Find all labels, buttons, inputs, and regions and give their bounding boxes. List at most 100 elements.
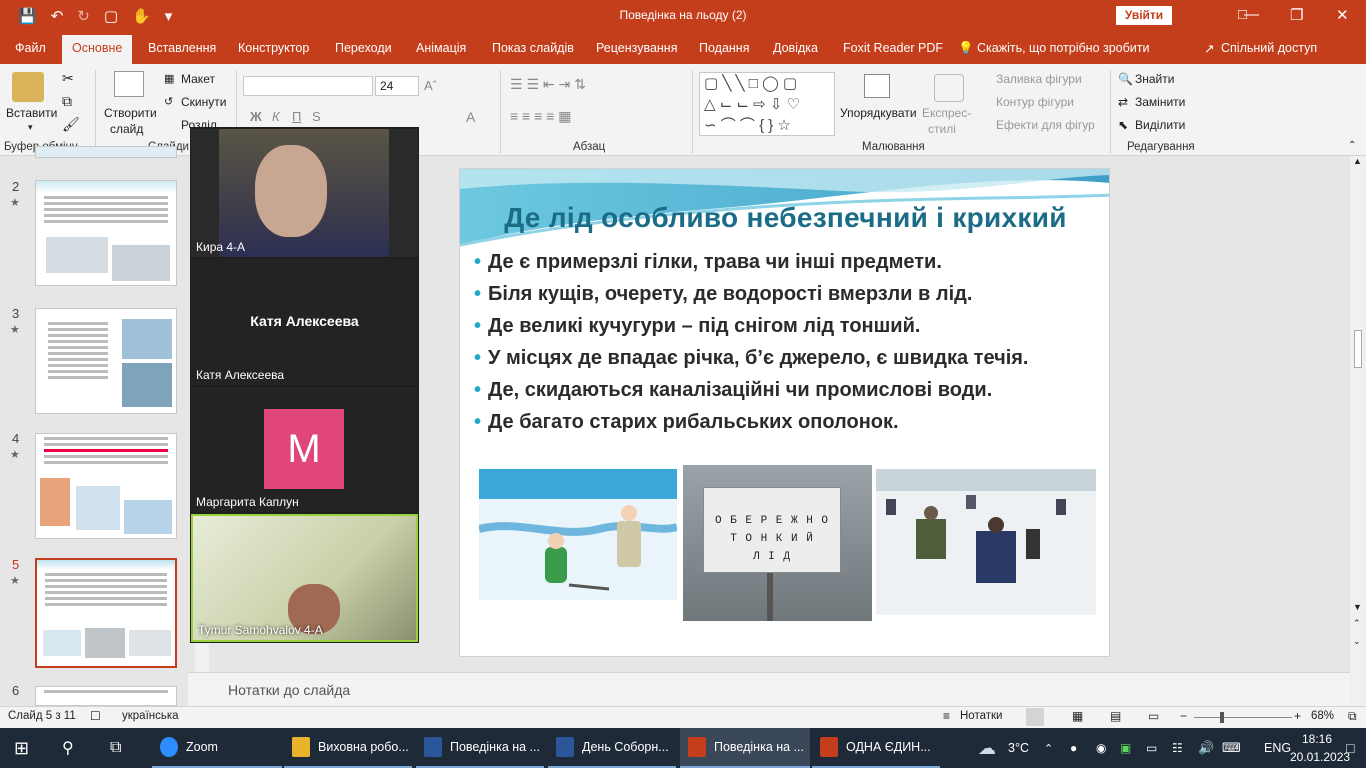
new-slide-button[interactable]: Створити [104, 106, 157, 120]
font-size-input[interactable]: 24 [375, 76, 419, 96]
taskbar-app[interactable]: Поведінка на ... [416, 728, 544, 768]
clock-time[interactable]: 18:16 [1302, 731, 1332, 747]
keyboard-icon[interactable]: ⌨ [1222, 728, 1241, 768]
close-button[interactable]: ✕ [1336, 6, 1349, 24]
align-icons[interactable]: ≡ ≡ ≡ ≡ ▦ [510, 108, 571, 125]
taskbar-app[interactable]: День Соборн... [548, 728, 676, 768]
paste-icon[interactable] [12, 72, 44, 102]
shape-outline-button[interactable]: Контур фігури [996, 95, 1074, 109]
tab-review[interactable]: Рецензування [596, 41, 677, 55]
zoom-level[interactable]: 68% [1311, 710, 1334, 722]
shapes-gallery[interactable]: ▢ ╲ ╲ □ ◯ ▢ △ ⌙ ⌙ ⇨ ⇩ ♡ ∽ ⌒ ⌒ { } ☆ [699, 72, 835, 136]
zoom-out-icon[interactable]: − [1180, 709, 1187, 723]
tab-insert[interactable]: Вставлення [148, 41, 216, 55]
scroll-down-icon[interactable]: ▼ [1353, 602, 1362, 612]
cut-icon[interactable]: ✂ [62, 70, 74, 87]
taskbar-app-active[interactable]: Поведінка на ... [680, 728, 810, 768]
slide-thumb-4[interactable] [35, 433, 177, 539]
shadow-button[interactable]: S [312, 109, 321, 124]
scroll-up-icon[interactable]: ▲ [1353, 156, 1362, 166]
quick-styles-icon[interactable] [934, 74, 964, 102]
language-indicator[interactable]: українська [122, 710, 179, 722]
sorter-view-icon[interactable]: ▦ [1072, 709, 1083, 723]
windows-start-icon[interactable]: ⊞ [14, 728, 29, 768]
participant-tile-active[interactable]: Tymur Samohvalov 4-A [191, 514, 418, 642]
tab-file[interactable]: Файл [15, 41, 46, 55]
font-color-icon[interactable]: A [466, 109, 475, 125]
increase-font-icon[interactable]: Aˆ [424, 78, 437, 93]
task-view-icon[interactable]: ⧉ [110, 728, 121, 768]
collapse-ribbon-icon[interactable]: ⌃ [1348, 140, 1356, 151]
clock-date[interactable]: 20.01.2023 [1290, 749, 1350, 765]
paste-dropdown-icon[interactable]: ▾ [28, 122, 33, 133]
zoom-slider-thumb[interactable] [1220, 712, 1224, 723]
bold-button[interactable]: Ж [250, 109, 262, 124]
search-icon[interactable]: ⚲ [62, 728, 74, 768]
copy-icon[interactable]: ⧉ [62, 93, 72, 110]
bullets-icon[interactable]: ☰ ☰ ⇤ ⇥ ⇅ [510, 76, 586, 93]
tell-me-box[interactable]: Скажіть, що потрібно зробити [977, 41, 1150, 55]
slide-thumb-2[interactable] [35, 180, 177, 286]
scroll-thumb[interactable] [1354, 330, 1362, 368]
notes-toggle-button[interactable]: Нотатки [960, 710, 1002, 722]
current-slide[interactable]: Де лід особливо небезпечний і крихкий • Д… [459, 168, 1110, 657]
slide-thumb-6[interactable] [35, 686, 177, 706]
slideshow-view-icon[interactable]: ▭ [1148, 709, 1159, 723]
slide-scrollbar[interactable]: ▲ ▼ ⌃ ⌄ [1350, 156, 1366, 706]
zoom-tray-icon[interactable]: ● [1070, 728, 1077, 768]
normal-view-icon[interactable] [1026, 708, 1044, 726]
slide-thumb-3[interactable] [35, 308, 177, 414]
notes-placeholder[interactable]: Нотатки до слайда [228, 682, 350, 698]
tab-view[interactable]: Подання [699, 41, 749, 55]
participant-tile[interactable]: Катя Алексеева Катя Алексеева [191, 259, 418, 385]
notes-pane[interactable]: Нотатки до слайда [188, 672, 1350, 706]
language-indicator[interactable]: ENG [1264, 728, 1291, 768]
tab-help[interactable]: Довідка [773, 41, 818, 55]
select-button[interactable]: Виділити [1135, 118, 1185, 132]
zoom-in-icon[interactable]: + [1294, 709, 1301, 723]
spellcheck-icon[interactable]: ☐ [90, 709, 101, 723]
zoom-slider[interactable] [1194, 717, 1292, 718]
share-button[interactable]: Спільний доступ [1221, 41, 1317, 55]
weather-temp[interactable]: 3°C [1008, 728, 1029, 768]
notifications-icon[interactable]: □ [1346, 728, 1354, 768]
participant-tile[interactable]: Кира 4-А [191, 129, 418, 257]
fit-slide-icon[interactable]: ⧉ [1348, 709, 1357, 724]
quick-styles-button[interactable]: Експрес- [922, 106, 971, 120]
reset-button[interactable]: Скинути [181, 95, 226, 109]
reading-view-icon[interactable]: ▤ [1110, 709, 1121, 723]
tab-design[interactable]: Конструктор [238, 41, 309, 55]
arrange-icon[interactable] [864, 74, 890, 98]
next-slide-icon[interactable]: ⌄ [1353, 636, 1361, 647]
participant-tile[interactable]: M Маргарита Каплун [191, 387, 418, 512]
prev-slide-icon[interactable]: ⌃ [1353, 618, 1361, 629]
taskbar-app[interactable]: ОДНА ЄДИН... [812, 728, 940, 768]
layout-button[interactable]: Макет [181, 72, 215, 86]
tray-app-icon[interactable]: ▣ [1120, 728, 1131, 768]
network-icon[interactable]: ☷ [1172, 728, 1183, 768]
battery-icon[interactable]: ▭ [1146, 728, 1157, 768]
find-button[interactable]: Знайти [1135, 72, 1174, 86]
minimize-button[interactable]: — [1244, 6, 1259, 23]
sign-in-button[interactable]: Увійти [1116, 6, 1172, 25]
taskbar-app[interactable]: Zoom [152, 728, 282, 768]
tab-home[interactable]: Основне [62, 35, 133, 64]
volume-icon[interactable]: 🔊 [1198, 728, 1214, 768]
weather-icon[interactable]: ☁ [978, 728, 996, 768]
tab-transitions[interactable]: Переходи [335, 41, 392, 55]
arrange-button[interactable]: Упорядкувати [840, 106, 917, 120]
replace-button[interactable]: Замінити [1135, 95, 1185, 109]
tab-animations[interactable]: Анімація [416, 41, 466, 55]
tray-chevron-icon[interactable]: ⌃ [1044, 728, 1053, 768]
slide-thumb-5[interactable] [35, 558, 177, 668]
shape-fill-button[interactable]: Заливка фігури [996, 72, 1082, 86]
font-name-input[interactable] [243, 76, 373, 96]
paste-button[interactable]: Вставити [6, 106, 57, 120]
taskbar-app[interactable]: Виховна робо... [284, 728, 412, 768]
quick-styles-label2[interactable]: стилі [928, 122, 956, 136]
tab-slideshow[interactable]: Показ слайдів [492, 41, 574, 55]
tray-app-icon[interactable]: ◉ [1096, 728, 1106, 768]
maximize-button[interactable]: ❐ [1290, 6, 1303, 24]
shape-effects-button[interactable]: Ефекти для фігур [996, 118, 1095, 132]
tab-foxit[interactable]: Foxit Reader PDF [843, 41, 943, 55]
